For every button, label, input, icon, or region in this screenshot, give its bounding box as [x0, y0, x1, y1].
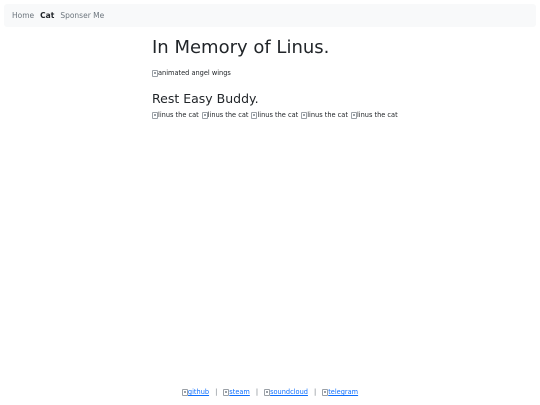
broken-image-icon [322, 388, 329, 396]
footer-link-telegram[interactable]: telegram [322, 388, 358, 396]
footer-separator: | [215, 388, 218, 396]
footer-link-label: steam [229, 388, 250, 396]
broken-image-icon [152, 70, 158, 77]
cat-image-alt-text: linus the cat [207, 111, 249, 119]
footer-separator: | [313, 388, 317, 396]
footer: github | steam | soundcloud | telegram [0, 388, 540, 396]
nav-link-sponser-me[interactable]: Sponser Me [60, 11, 104, 20]
page-title: In Memory of Linus. [152, 37, 330, 58]
angel-wings-image: animated angel wings [152, 62, 452, 81]
top-navbar: Home Cat Sponser Me [4, 4, 536, 27]
cat-image: linus the cat [350, 111, 398, 120]
main-content: In Memory of Linus. animated angel wings… [152, 37, 452, 120]
footer-link-label: github [187, 388, 210, 396]
cat-image-alt-text: linus the cat [307, 111, 348, 119]
page-subtitle: Rest Easy Buddy. [152, 91, 259, 106]
cat-image: linus the cat [152, 111, 199, 120]
cat-image: linus the cat [201, 111, 249, 120]
cat-image-alt-text: linus the cat [158, 111, 199, 119]
broken-image-icon [350, 112, 357, 119]
cat-image-alt-text: linus the cat [257, 111, 299, 119]
nav-link-home[interactable]: Home [12, 11, 34, 20]
broken-image-icon [201, 112, 208, 119]
cat-image-alt-text: linus the cat [356, 111, 398, 119]
nav-link-cat[interactable]: Cat [40, 11, 54, 20]
cat-image: linus the cat [251, 111, 298, 120]
broken-image-icon [152, 112, 158, 119]
footer-link-label: soundcloud [270, 388, 308, 396]
angel-wings-alt-text: animated angel wings [158, 69, 231, 77]
broken-image-icon [251, 112, 258, 119]
broken-image-icon [301, 112, 308, 119]
cat-image-gallery: linus the cat linus the cat linus the ca… [152, 111, 452, 120]
broken-image-icon [264, 388, 271, 396]
footer-separator: | [255, 388, 259, 396]
broken-image-icon [181, 388, 188, 396]
broken-image-icon [223, 388, 230, 396]
footer-link-github[interactable]: github [181, 388, 210, 396]
cat-image: linus the cat [301, 111, 348, 120]
footer-link-label: telegram [328, 388, 359, 396]
footer-link-soundcloud[interactable]: soundcloud [264, 388, 308, 396]
footer-link-steam[interactable]: steam [223, 388, 250, 396]
